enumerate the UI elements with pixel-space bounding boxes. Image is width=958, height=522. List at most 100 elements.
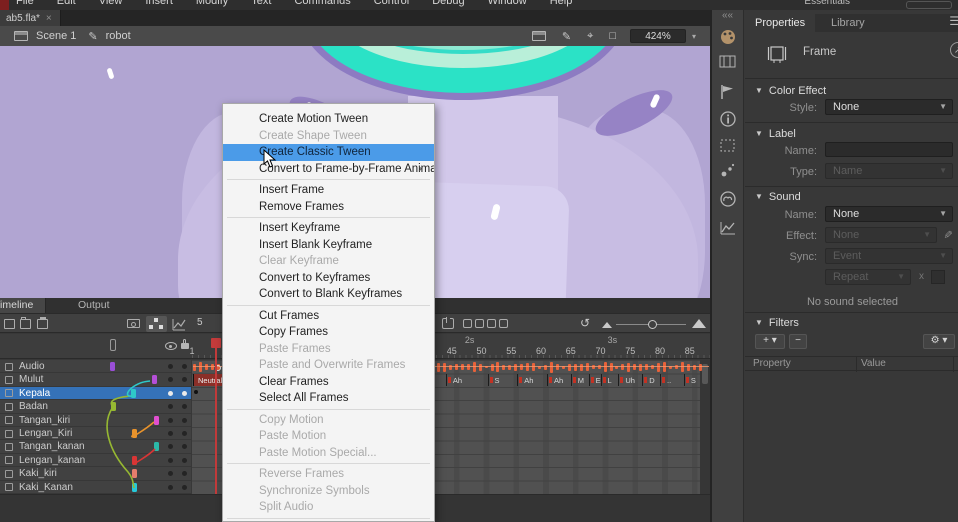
modify-markers-icon[interactable] (499, 319, 508, 328)
edit-scene-icon[interactable] (532, 31, 546, 41)
menu-text[interactable]: Text (251, 0, 271, 8)
menu-commands[interactable]: Commands (294, 0, 350, 8)
keyframe-dot (549, 377, 552, 383)
style-label: Style: (757, 102, 817, 114)
label-name-input[interactable] (825, 142, 953, 157)
keyframe-cell[interactable]: Ah (547, 374, 571, 386)
waveform-bar (568, 364, 571, 371)
flag-panel-icon[interactable] (719, 84, 737, 100)
menu-file[interactable]: File (16, 0, 34, 8)
scene-breadcrumb[interactable]: Scene 1 (36, 30, 76, 42)
frames-panel-icon[interactable] (719, 54, 737, 70)
playhead-line[interactable] (215, 338, 217, 494)
section-filters[interactable]: ▼Filters (755, 317, 799, 329)
graph-editor-icon[interactable] (172, 318, 186, 331)
filter-options-button[interactable]: ⚙ ▾ (923, 334, 955, 349)
camera-icon[interactable] (127, 319, 140, 328)
onion-skin-outline-icon[interactable] (475, 319, 484, 328)
edit-multiple-frames-icon[interactable] (487, 319, 496, 328)
keyframe-label: L (608, 376, 612, 385)
menu-item-clear-frames[interactable]: Clear Frames (223, 374, 434, 391)
transform-panel-icon[interactable] (719, 138, 737, 154)
waveform-bar (514, 364, 517, 371)
new-layer-icon[interactable] (4, 319, 15, 329)
export-frames-icon[interactable] (442, 318, 454, 329)
keyframe-cell[interactable]: S (488, 374, 512, 386)
help-icon[interactable]: ↗ (950, 42, 958, 58)
keyframe-cell[interactable]: Ah (446, 374, 470, 386)
waveform-bar (443, 363, 446, 372)
keyframe-cell[interactable]: Ah (517, 374, 541, 386)
menu-item-create-motion-tween[interactable]: Create Motion Tween (223, 111, 434, 128)
tab-output[interactable]: Output (66, 298, 122, 313)
tab-timeline[interactable]: Timeline (0, 298, 46, 313)
particles-panel-icon[interactable] (719, 162, 737, 180)
keyframe-cell[interactable]: .. (660, 374, 684, 386)
kepala-keyframe-dot[interactable] (194, 390, 198, 394)
collapse-panels-icon[interactable]: «« (722, 10, 733, 21)
timeline-zoom-knob[interactable] (648, 320, 657, 329)
menu-item-convert-to-frame-by-frame-animation[interactable]: Convert to Frame-by-Frame Animation› (223, 161, 434, 178)
search-input[interactable] (906, 1, 952, 9)
tab-library[interactable]: Library (821, 14, 875, 32)
menu-item-insert-blank-keyframe[interactable]: Insert Blank Keyframe (223, 237, 434, 254)
menu-help[interactable]: Help (550, 0, 573, 8)
style-dropdown[interactable]: None▼ (825, 99, 953, 115)
sound-name-dropdown[interactable]: None▼ (825, 206, 953, 222)
menu-item-convert-to-keyframes[interactable]: Convert to Keyframes (223, 270, 434, 287)
document-tab[interactable]: ab5.fla* × (0, 10, 61, 26)
creative-cloud-icon[interactable] (719, 190, 737, 208)
playhead-handle[interactable] (211, 338, 221, 348)
menu-view[interactable]: View (99, 0, 123, 8)
center-frame-icon[interactable]: ⌖ (587, 30, 593, 43)
menu-item-create-classic-tween[interactable]: Create Classic Tween (223, 144, 434, 161)
onion-skin-icon[interactable] (463, 319, 472, 328)
clip-content-icon[interactable]: □ (609, 30, 616, 42)
menu-item-remove-frames[interactable]: Remove Frames (223, 199, 434, 216)
menu-item-insert-frame[interactable]: Insert Frame (223, 182, 434, 199)
symbol-breadcrumb[interactable]: robot (106, 30, 131, 42)
new-folder-icon[interactable] (20, 319, 31, 329)
close-icon[interactable]: × (46, 13, 52, 24)
panel-menu-icon[interactable]: ☰ (949, 14, 958, 28)
workspace-switcher[interactable]: Essentials (804, 0, 850, 8)
menu-item-paste-frames: Paste Frames (223, 341, 434, 358)
menu-insert[interactable]: Insert (145, 0, 173, 8)
section-color-effect[interactable]: ▼Color Effect (755, 85, 826, 97)
zoom-out-timeline-icon[interactable] (602, 322, 612, 328)
menu-modify[interactable]: Modify (196, 0, 228, 8)
section-sound[interactable]: ▼Sound (755, 191, 801, 203)
menu-item-select-all-frames[interactable]: Select All Frames (223, 390, 434, 407)
stage-zoom-input[interactable]: 424% (630, 29, 686, 43)
section-label[interactable]: ▼Label (755, 128, 796, 140)
layer-parenting-toggle[interactable] (146, 316, 167, 332)
menu-control[interactable]: Control (374, 0, 409, 8)
document-title: ab5.fla* (6, 13, 40, 24)
add-filter-button[interactable]: + ▾ (755, 334, 785, 349)
edit-symbols-icon[interactable]: ✎ (562, 30, 571, 43)
waveform-bar (437, 363, 440, 372)
graph-panel-icon[interactable] (719, 220, 737, 236)
scene-clapper-icon[interactable] (14, 31, 28, 41)
menu-item-clear-keyframe: Clear Keyframe (223, 253, 434, 270)
tab-properties[interactable]: Properties (745, 14, 815, 32)
chevron-down-icon[interactable]: ▾ (692, 32, 696, 41)
properties-palette-icon[interactable] (719, 28, 737, 46)
menu-item-copy-frames[interactable]: Copy Frames (223, 324, 434, 341)
loop-playback-icon[interactable]: ↺ (580, 316, 590, 330)
info-panel-icon[interactable] (719, 110, 737, 128)
delete-layer-icon[interactable] (37, 319, 48, 329)
menu-window[interactable]: Window (488, 0, 527, 8)
keyframe-cell[interactable]: Uh (618, 374, 642, 386)
visibility-column-icon[interactable] (165, 342, 177, 350)
menu-item-convert-to-blank-keyframes[interactable]: Convert to Blank Keyframes (223, 286, 434, 303)
panel-icon-strip: «« (712, 10, 744, 522)
keyframe-cell[interactable]: S (684, 374, 708, 386)
menu-debug[interactable]: Debug (432, 0, 464, 8)
waveform-bar (586, 363, 589, 371)
zoom-in-timeline-icon[interactable] (692, 319, 706, 328)
menu-item-insert-keyframe[interactable]: Insert Keyframe (223, 220, 434, 237)
remove-filter-button[interactable]: − (789, 334, 807, 349)
menu-item-cut-frames[interactable]: Cut Frames (223, 308, 434, 325)
menu-edit[interactable]: Edit (57, 0, 76, 8)
